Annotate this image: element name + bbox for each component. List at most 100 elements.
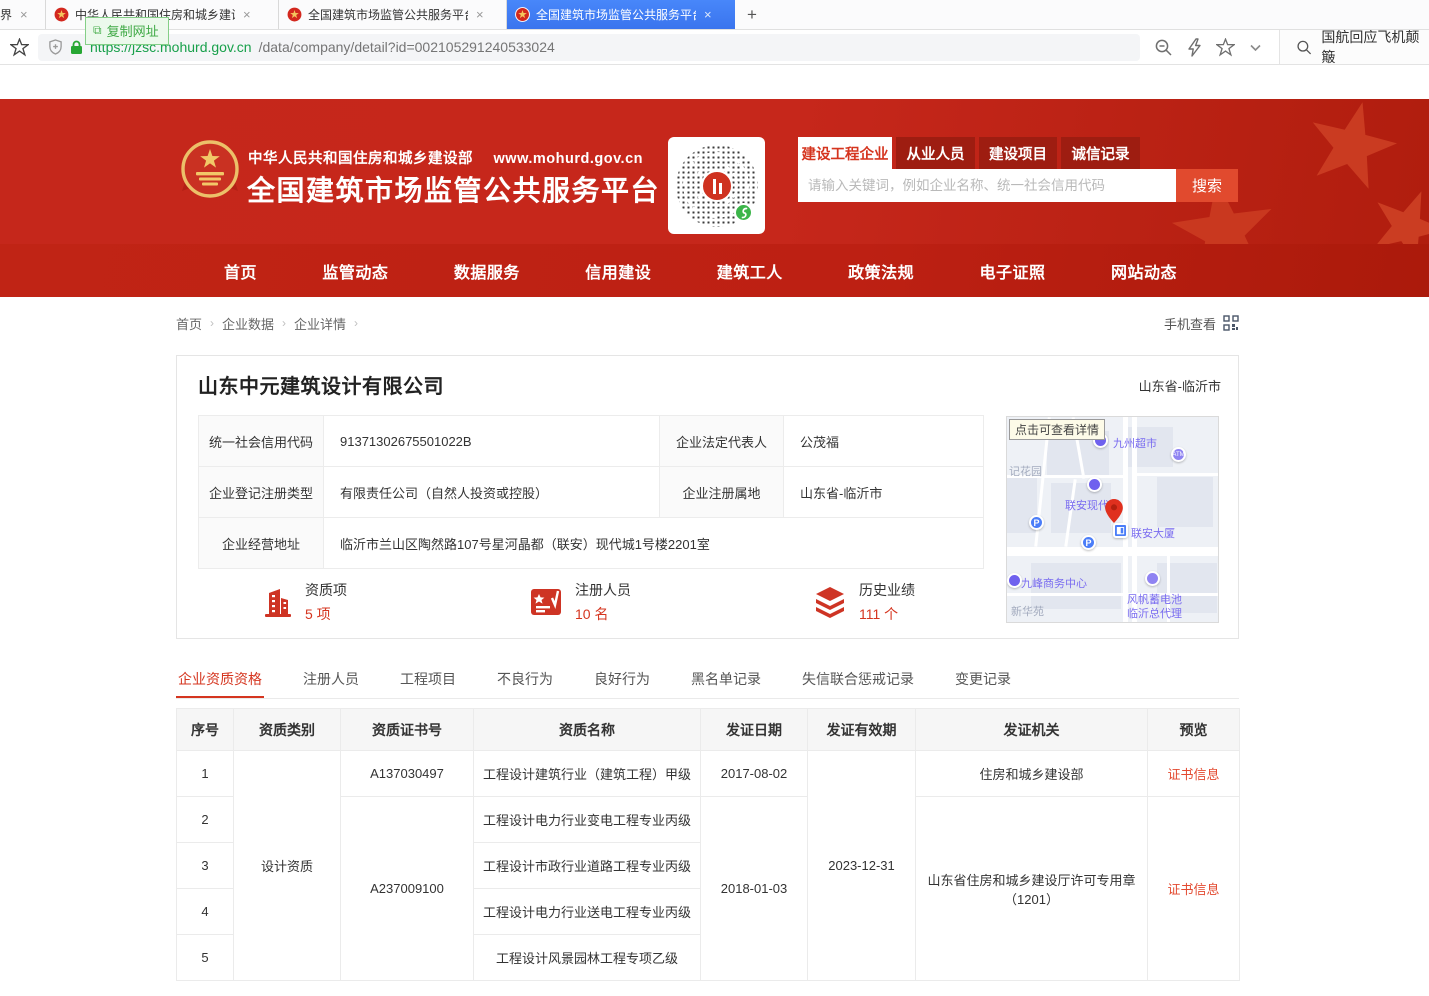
nav-item-workers[interactable]: 建筑工人 <box>717 259 783 283</box>
reg-type-label: 企业登记注册类型 <box>199 467 324 518</box>
tab-label: 全国建筑市场监管公共服务平台 <box>536 6 696 23</box>
cell-valid-until: 2023-12-31 <box>808 751 916 981</box>
certificate-info-link[interactable]: 证书信息 <box>1167 767 1219 782</box>
nav-item-supervision[interactable]: 监管动态 <box>322 259 388 283</box>
nav-item-home[interactable]: 首页 <box>224 259 257 283</box>
col-authority: 发证机关 <box>916 709 1148 751</box>
browser-toolbar: https://jzsc.mohurd.gov.cn/data/company/… <box>0 30 1429 65</box>
mobile-view-label[interactable]: 手机查看 <box>1164 314 1216 333</box>
tab-close-icon[interactable]: × <box>702 7 714 22</box>
cell-no: 5 <box>177 935 234 981</box>
browser-tab-0[interactable]: 界 × <box>0 0 46 29</box>
breadcrumb-company-detail[interactable]: 企业详情 <box>294 314 346 333</box>
tab-registered-personnel[interactable]: 注册人员 <box>301 661 361 698</box>
col-cert-no: 资质证书号 <box>341 709 474 751</box>
cell-preview: 证书信息 <box>1148 751 1240 797</box>
company-name: 山东中元建筑设计有限公司 <box>198 370 444 399</box>
authority-line2: （1201） <box>924 889 1139 908</box>
hot-search-text[interactable]: 国航回应飞机颠簸 <box>1321 27 1429 67</box>
location-map[interactable]: 点击可查看详情 九州超市 ATM 记花园 联安现代城 ◧ 联安大厦 P P 九峰… <box>1006 416 1219 623</box>
legal-rep-value: 公茂福 <box>784 416 984 467</box>
credit-code-label: 统一社会信用代码 <box>199 416 324 467</box>
emblem-favicon-icon <box>515 7 530 22</box>
stat-history-performance[interactable]: 历史业绩111 个 <box>812 580 915 624</box>
url-bar[interactable]: https://jzsc.mohurd.gov.cn/data/company/… <box>38 34 1140 61</box>
search-button[interactable]: 搜索 <box>1176 169 1238 202</box>
browser-tab-3-active[interactable]: 全国建筑市场监管公共服务平台 × <box>507 0 735 29</box>
col-preview: 预览 <box>1148 709 1240 751</box>
header-search-module: 建设工程企业 从业人员 建设项目 诚信记录 搜索 <box>798 137 1238 202</box>
address-value: 临沂市兰山区陶然路107号星河晶都（联安）现代城1号楼2201室 <box>324 518 984 569</box>
toolbar-icons <box>1154 38 1263 57</box>
main-navigation: 首页 监管动态 数据服务 信用建设 建筑工人 政策法规 电子证照 网站动态 <box>0 244 1429 297</box>
cell-cert-no: A137030497 <box>341 751 474 797</box>
stat-qualifications[interactable]: 资质项5 项 <box>260 580 347 624</box>
search-tab-project[interactable]: 建设项目 <box>979 137 1057 169</box>
tab-bad-behavior[interactable]: 不良行为 <box>495 661 555 698</box>
search-icon <box>1296 39 1312 56</box>
nav-item-credit[interactable]: 信用建设 <box>585 259 651 283</box>
nav-item-site-news[interactable]: 网站动态 <box>1111 259 1177 283</box>
certificate-info-link[interactable]: 证书信息 <box>1167 882 1219 897</box>
tab-label: 全国建筑市场监管公共服务平台 <box>308 6 468 23</box>
cell-cert-no: A237009100 <box>341 797 474 981</box>
breadcrumb-company-data[interactable]: 企业数据 <box>222 314 274 333</box>
nav-item-policy[interactable]: 政策法规 <box>848 259 914 283</box>
tab-blacklist[interactable]: 黑名单记录 <box>689 661 763 698</box>
tab-close-icon[interactable]: × <box>474 7 486 22</box>
cell-issue-date: 2018-01-03 <box>701 797 808 981</box>
shield-permission-icon[interactable] <box>48 39 63 55</box>
table-row: 企业登记注册类型 有限责任公司（自然人投资或控股） 企业注册属地 山东省-临沂市 <box>199 467 984 518</box>
parking-icon: P <box>1029 515 1044 530</box>
map-label-jiufeng: 九峰商务中心 <box>1021 575 1087 591</box>
cell-preview: 证书信息 <box>1148 797 1240 981</box>
col-qual-name: 资质名称 <box>474 709 701 751</box>
company-info-table: 统一社会信用代码 91371302675501022B 企业法定代表人 公茂福 … <box>198 415 984 569</box>
zoom-out-icon[interactable] <box>1154 38 1173 57</box>
tab-close-icon[interactable]: × <box>241 7 253 22</box>
nav-item-data-service[interactable]: 数据服务 <box>454 259 520 283</box>
building-icon <box>260 584 294 620</box>
platform-title: 全国建筑市场监管公共服务平台 <box>247 169 660 209</box>
ministry-name: 中华人民共和国住房和城乡建设部 <box>248 151 473 167</box>
flag-star-decoration <box>1367 187 1429 244</box>
search-tab-personnel[interactable]: 从业人员 <box>896 137 975 169</box>
tab-close-icon[interactable]: × <box>18 7 30 22</box>
copy-icon: ⧉ <box>93 23 102 38</box>
cell-no: 1 <box>177 751 234 797</box>
breadcrumb-home[interactable]: 首页 <box>176 314 202 333</box>
keyword-search-input[interactable] <box>798 169 1176 202</box>
chevron-down-icon[interactable] <box>1248 40 1263 55</box>
credit-code-value: 91371302675501022B <box>324 416 660 467</box>
cell-qual-name: 工程设计电力行业变电工程专业丙级 <box>474 797 701 843</box>
copy-url-tooltip: ⧉ 复制网址 <box>85 17 169 45</box>
qr-mini-icon[interactable] <box>1223 315 1239 331</box>
ministry-line: 中华人民共和国住房和城乡建设部 www.mohurd.gov.cn <box>248 147 643 168</box>
nav-item-e-license[interactable]: 电子证照 <box>980 259 1046 283</box>
authority-line1: 山东省住房和城乡建设厅许可专用章 <box>924 870 1139 889</box>
tab-change-records[interactable]: 变更记录 <box>953 661 1013 698</box>
stat-registered-personnel[interactable]: 注册人员10 名 <box>528 580 631 624</box>
certificate-icon <box>528 586 564 618</box>
company-summary-card: 山东中元建筑设计有限公司 山东省-临沂市 统一社会信用代码 9137130267… <box>176 355 1239 639</box>
favorite-star-icon[interactable] <box>1216 38 1235 57</box>
qr-center-logo <box>701 170 733 202</box>
table-row: 企业经营地址 临沂市兰山区陶然路107号星河晶都（联安）现代城1号楼2201室 <box>199 518 984 569</box>
new-tab-button[interactable]: + <box>735 0 769 29</box>
tab-good-behavior[interactable]: 良好行为 <box>592 661 652 698</box>
table-row: 统一社会信用代码 91371302675501022B 企业法定代表人 公茂福 <box>199 416 984 467</box>
browser-tab-2[interactable]: 全国建筑市场监管公共服务平台 × <box>279 0 507 29</box>
stat-value: 111 个 <box>859 604 915 624</box>
tab-dishonesty-records[interactable]: 失信联合惩戒记录 <box>800 661 916 698</box>
tab-label: 界 <box>0 6 12 23</box>
flash-extension-icon[interactable] <box>1186 38 1203 57</box>
stat-label: 资质项 <box>305 580 347 600</box>
tab-projects[interactable]: 工程项目 <box>398 661 458 698</box>
search-tab-enterprise[interactable]: 建设工程企业 <box>798 137 892 169</box>
tab-enterprise-qualification[interactable]: 企业资质资格 <box>176 661 264 698</box>
table-row: 1 设计资质 A137030497 工程设计建筑行业（建筑工程）甲级 2017-… <box>177 751 1240 797</box>
bookmark-star-icon[interactable] <box>10 38 29 57</box>
hot-search-box[interactable]: 国航回应飞机颠簸 <box>1279 30 1429 64</box>
cell-issue-date: 2017-08-02 <box>701 751 808 797</box>
search-tab-credit[interactable]: 诚信记录 <box>1061 137 1140 169</box>
